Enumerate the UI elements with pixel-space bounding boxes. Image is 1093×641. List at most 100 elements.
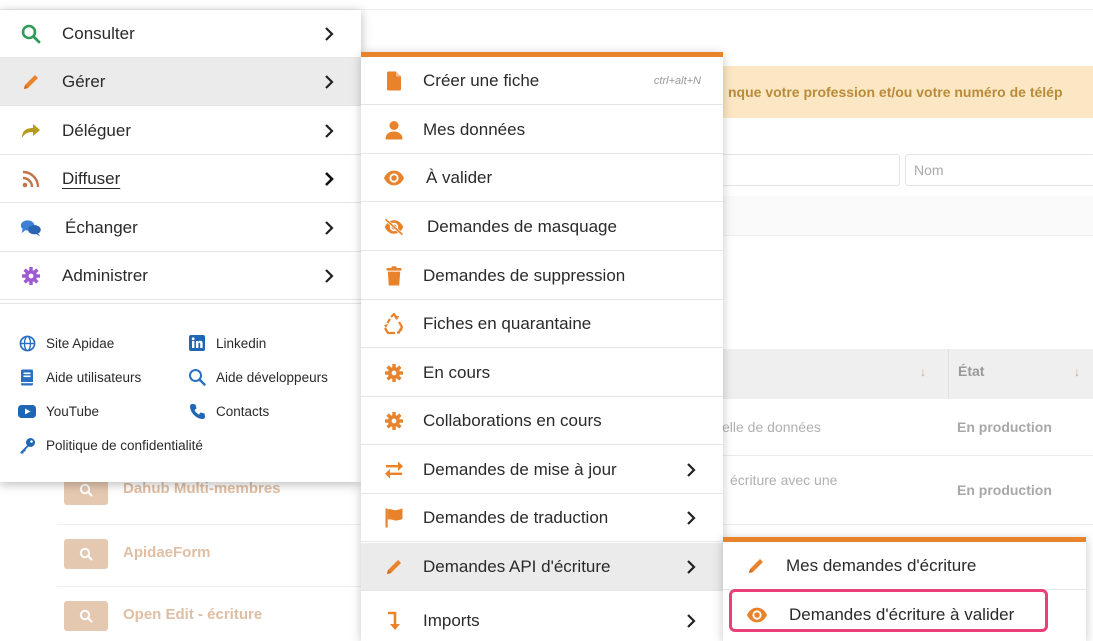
table-cell-status: En production	[957, 482, 1052, 498]
chevron-right-icon	[325, 221, 334, 235]
level-down-icon	[383, 610, 405, 632]
list-item-label: ApidaeForm	[123, 544, 211, 561]
pencil-icon	[745, 555, 767, 577]
submenu-item-collaborations[interactable]: Collaborations en cours	[361, 397, 723, 445]
chevron-right-icon	[687, 614, 696, 628]
menu-item-deleguer[interactable]: Déléguer	[0, 107, 361, 155]
menu-item-consulter[interactable]: Consulter	[0, 10, 361, 58]
submenu-item-en-cours[interactable]: En cours	[361, 349, 723, 397]
globe-icon	[18, 334, 36, 352]
filter-input[interactable]	[700, 154, 900, 186]
submenu-item-creer-fiche[interactable]: Créer une fiche ctrl+alt+N	[361, 57, 723, 105]
menu-item-label: Demandes de suppression	[423, 265, 626, 285]
chevron-right-icon	[325, 124, 334, 138]
menu-item-label: Collaborations en cours	[423, 410, 602, 430]
page-header-strip	[0, 0, 1093, 10]
exchange-icon	[383, 459, 405, 481]
gear-icon	[20, 265, 42, 287]
menu-item-label: Fiches en quarantaine	[423, 313, 592, 333]
sort-icon[interactable]: ↓	[1074, 365, 1080, 379]
footer-links: Site Apidae Linkedin Aide utilisateurs A…	[0, 303, 361, 483]
submenu-item-demandes-mise-a-jour[interactable]: Demandes de mise à jour	[361, 446, 723, 494]
submenu-item-demandes-suppression[interactable]: Demandes de suppression	[361, 252, 723, 300]
list-item-label: Open Edit - écriture	[123, 606, 263, 623]
trash-icon	[383, 265, 405, 287]
youtube-icon	[18, 402, 36, 420]
gear-icon	[383, 362, 405, 384]
link-label: Linkedin	[216, 335, 267, 351]
link-site-apidae[interactable]: Site Apidae	[18, 334, 114, 352]
menu-item-label: Demandes de mise à jour	[423, 459, 617, 479]
link-label: Aide développeurs	[216, 369, 328, 385]
filter-band	[700, 196, 1093, 236]
link-aide-utilisateurs[interactable]: Aide utilisateurs	[18, 368, 141, 386]
menu-item-label: Créer une fiche	[423, 70, 540, 90]
link-politique-confidentialite[interactable]: Politique de confidentialité	[18, 436, 203, 454]
book-icon	[18, 368, 36, 386]
link-linkedin[interactable]: Linkedin	[188, 334, 266, 352]
link-aide-developpeurs[interactable]: Aide développeurs	[188, 368, 328, 386]
gear-icon	[383, 410, 405, 432]
menu-item-label: Échanger	[65, 217, 138, 237]
submenu-item-mes-donnees[interactable]: Mes données	[361, 106, 723, 154]
table-cell-description: écriture avec une	[730, 472, 838, 488]
chevron-right-icon	[325, 172, 334, 186]
phone-icon	[188, 402, 206, 420]
link-label: YouTube	[46, 403, 100, 419]
chevron-right-icon	[325, 269, 334, 283]
submenu-item-demandes-traduction[interactable]: Demandes de traduction	[361, 494, 723, 542]
menu-item-label: Demandes de masquage	[427, 216, 617, 236]
chat-bubbles-icon	[20, 217, 42, 239]
name-filter-input[interactable]: Nom	[905, 154, 1093, 186]
list-item[interactable]: Open Edit - écriture	[57, 586, 367, 641]
search-button[interactable]	[64, 601, 108, 631]
menu-item-label: Mes demandes d'écriture	[786, 555, 977, 575]
menu-item-label: Diffuser	[62, 168, 121, 188]
menu-item-label: Mes données	[423, 119, 526, 139]
main-menu: Consulter Gérer Déléguer Diffuser Échang…	[0, 10, 361, 482]
link-label: Aide utilisateurs	[46, 369, 142, 385]
table-header: ↓ État ↓	[700, 349, 1093, 399]
menu-item-diffuser[interactable]: Diffuser	[0, 155, 361, 203]
chevron-right-icon	[325, 27, 334, 41]
chevron-right-icon	[687, 560, 696, 574]
chevron-right-icon	[687, 511, 696, 525]
user-icon	[383, 119, 405, 141]
recycle-icon	[383, 313, 405, 335]
link-label: Contacts	[216, 403, 270, 419]
menu-item-label: À valider	[426, 167, 493, 187]
submenu-item-demandes-api-ecriture[interactable]: Demandes API d'écriture	[361, 543, 723, 591]
menu-item-label: Consulter	[62, 23, 135, 43]
eye-slash-icon	[383, 216, 405, 238]
keyboard-shortcut: ctrl+alt+N	[653, 74, 701, 87]
menu-item-label: Demandes de traduction	[423, 507, 609, 527]
table-cell-description: elle de données	[722, 419, 821, 435]
pencil-icon	[383, 556, 405, 578]
linkedin-icon	[188, 334, 206, 352]
submenu-item-demandes-masquage[interactable]: Demandes de masquage	[361, 203, 723, 251]
link-label: Politique de confidentialité	[46, 437, 203, 453]
menu-item-label: Administrer	[62, 265, 148, 285]
link-youtube[interactable]: YouTube	[18, 402, 99, 420]
share-arrow-icon	[20, 120, 42, 142]
pencil-icon	[20, 71, 42, 93]
menu-item-echanger[interactable]: Échanger	[0, 204, 361, 252]
menu-item-label: Gérer	[62, 71, 106, 91]
submenu-item-mes-demandes-ecriture[interactable]: Mes demandes d'écriture	[723, 542, 1086, 590]
rss-icon	[20, 168, 42, 190]
sort-icon[interactable]: ↓	[920, 365, 926, 379]
list-item[interactable]: ApidaeForm	[57, 524, 367, 586]
search-icon	[188, 368, 206, 386]
file-icon	[383, 70, 405, 92]
submenu-item-imports[interactable]: Imports	[361, 597, 723, 641]
column-header-etat[interactable]: État	[958, 363, 984, 379]
search-button[interactable]	[64, 539, 108, 569]
submenu-item-a-valider[interactable]: À valider	[361, 154, 723, 202]
link-label: Site Apidae	[46, 335, 115, 351]
menu-item-label: Demandes API d'écriture	[423, 556, 611, 576]
link-contacts[interactable]: Contacts	[188, 402, 269, 420]
submenu-item-fiches-quarantaine[interactable]: Fiches en quarantaine	[361, 300, 723, 348]
menu-item-gerer[interactable]: Gérer	[0, 58, 361, 106]
menu-item-administrer[interactable]: Administrer	[0, 252, 361, 300]
menu-item-label: En cours	[423, 362, 491, 382]
